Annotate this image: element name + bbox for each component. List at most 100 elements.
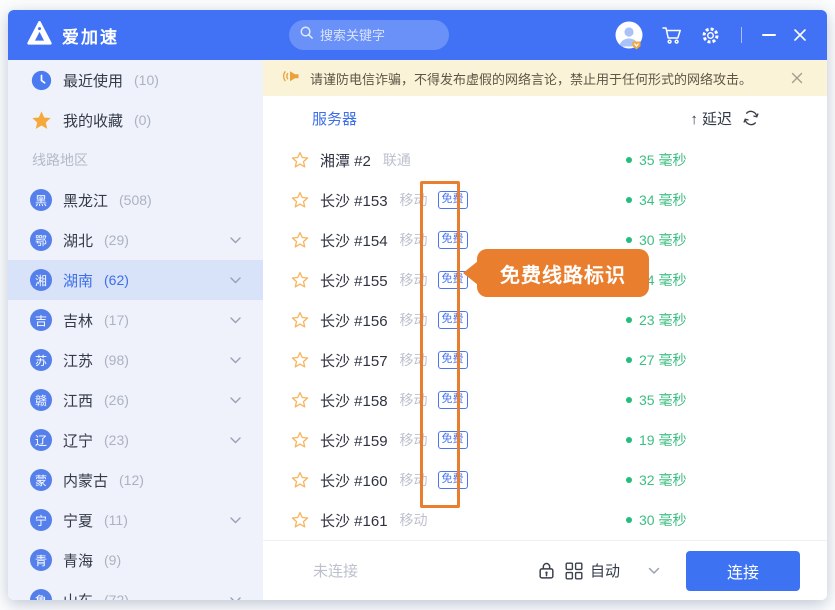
sidebar: 最近使用 (10) 我的收藏 (0) 线路地区 黑 黑龙江 (508) 鄂 湖北 [8,60,263,600]
server-row[interactable]: 长沙 #157 移动 免费 27 毫秒 [263,340,827,380]
mode-grid-icon[interactable] [565,562,583,580]
region-count: (62) [104,272,129,288]
server-row[interactable]: 湘潭 #2 联通 35 毫秒 [263,140,827,180]
refresh-icon[interactable] [742,109,760,127]
titlebar: 爱加速 [8,10,827,60]
favorite-star-icon[interactable] [291,271,309,289]
server-name: 长沙 #154 [320,230,388,251]
region-badge-icon: 鲁 [30,589,52,600]
sidebar-region-item[interactable]: 辽 辽宁 (23) [8,420,263,460]
server-latency: 30 毫秒 [626,230,686,250]
region-badge-icon: 辽 [30,429,52,451]
server-row[interactable]: 长沙 #158 移动 免费 35 毫秒 [263,380,827,420]
favorite-star-icon[interactable] [291,151,309,169]
main-panel: 请谨防电信诈骗，不得发布虚假的网络言论，禁止用于任何形式的网络攻击。 服务器 ↑… [263,60,827,600]
chevron-down-icon[interactable] [230,517,241,524]
favorite-star-icon[interactable] [291,471,309,489]
favorite-star-icon[interactable] [291,351,309,369]
sidebar-item-recent[interactable]: 最近使用 (10) [8,60,263,100]
mode-label[interactable]: 自动 [590,560,620,581]
search-input[interactable] [320,28,430,43]
server-carrier: 移动 [400,230,428,250]
favorite-star-icon[interactable] [291,311,309,329]
region-label: 江西 [63,390,93,411]
megaphone-icon [283,68,301,89]
callout-arrow [463,261,478,285]
sidebar-region-item[interactable]: 吉 吉林 (17) [8,300,263,340]
sidebar-region-item[interactable]: 鄂 湖北 (29) [8,220,263,260]
latency-dot-icon [626,157,632,163]
server-latency: 19 毫秒 [626,430,686,450]
server-row[interactable]: 长沙 #153 移动 免费 34 毫秒 [263,180,827,220]
chevron-down-icon[interactable] [230,237,241,244]
chevron-down-icon[interactable] [230,357,241,364]
region-count: (29) [104,232,129,248]
server-row[interactable]: 长沙 #159 移动 免费 19 毫秒 [263,420,827,460]
sidebar-region-item[interactable]: 蒙 内蒙古 (12) [8,460,263,500]
chevron-down-icon[interactable] [230,277,241,284]
server-carrier: 移动 [400,310,428,330]
favorite-star-icon[interactable] [291,191,309,209]
sidebar-region-item[interactable]: 黑 黑龙江 (508) [8,180,263,220]
chevron-down-icon[interactable] [230,597,241,601]
sidebar-region-item[interactable]: 鲁 山东 (72) [8,580,263,600]
region-badge-icon: 苏 [30,349,52,371]
latency-value: 30 毫秒 [639,230,686,250]
server-latency: 30 毫秒 [626,510,686,530]
banner-close-icon[interactable] [791,72,803,84]
server-carrier: 移动 [400,270,428,290]
server-carrier: 移动 [400,390,428,410]
app-logo-icon [26,20,53,51]
latency-dot-icon [626,237,632,243]
callout-text: 免费线路标识 [500,259,626,288]
connect-button[interactable]: 连接 [686,551,800,591]
favorite-star-icon[interactable] [291,391,309,409]
region-count: (26) [104,392,129,408]
latency-dot-icon [626,517,632,523]
free-badge: 免费 [438,431,468,448]
region-count: (72) [104,592,129,600]
server-row[interactable]: 长沙 #161 移动 30 毫秒 [263,500,827,540]
free-line-callout: 免费线路标识 [477,249,649,297]
cart-icon[interactable] [661,25,683,45]
server-row[interactable]: 长沙 #160 移动 免费 32 毫秒 [263,460,827,500]
settings-gear-icon[interactable] [700,25,721,46]
mode-chevron-down-icon[interactable] [648,567,660,575]
chevron-down-icon[interactable] [230,397,241,404]
sidebar-item-label: 最近使用 [63,70,123,91]
user-avatar[interactable] [614,20,644,51]
app-title: 爱加速 [62,23,119,48]
statusbar: 未连接 [263,540,827,600]
server-carrier: 移动 [400,430,428,450]
sidebar-region-item[interactable]: 青 青海 (9) [8,540,263,580]
favorite-star-icon[interactable] [291,511,309,529]
sidebar-region-item[interactable]: 湘 湖南 (62) [8,260,263,300]
free-badge: 免费 [438,231,468,248]
region-label: 黑龙江 [63,190,108,211]
connection-status: 未连接 [313,560,358,581]
sidebar-item-favorites[interactable]: 我的收藏 (0) [8,100,263,140]
sidebar-region-item[interactable]: 赣 江西 (26) [8,380,263,420]
sidebar-region-item[interactable]: 苏 江苏 (98) [8,340,263,380]
favorite-star-icon[interactable] [291,431,309,449]
app-logo: 爱加速 [26,20,119,51]
clock-icon [30,70,52,91]
free-badge: 免费 [438,471,468,488]
server-latency: 35 毫秒 [626,150,686,170]
chevron-down-icon[interactable] [230,437,241,444]
server-name: 长沙 #159 [320,430,388,451]
close-button[interactable] [793,28,807,42]
search-box[interactable] [289,20,449,50]
free-badge: 免费 [438,391,468,408]
latency-sort-control[interactable]: ↑ 延迟 [690,108,732,129]
chevron-down-icon[interactable] [230,317,241,324]
latency-value: 35 毫秒 [639,390,686,410]
server-latency: 23 毫秒 [626,310,686,330]
free-badge: 免费 [438,311,468,328]
favorite-star-icon[interactable] [291,231,309,249]
server-name: 湘潭 #2 [320,150,371,171]
server-row[interactable]: 长沙 #156 移动 免费 23 毫秒 [263,300,827,340]
sidebar-region-item[interactable]: 宁 宁夏 (11) [8,500,263,540]
lock-icon[interactable] [538,561,555,580]
minimize-button[interactable] [762,34,776,36]
